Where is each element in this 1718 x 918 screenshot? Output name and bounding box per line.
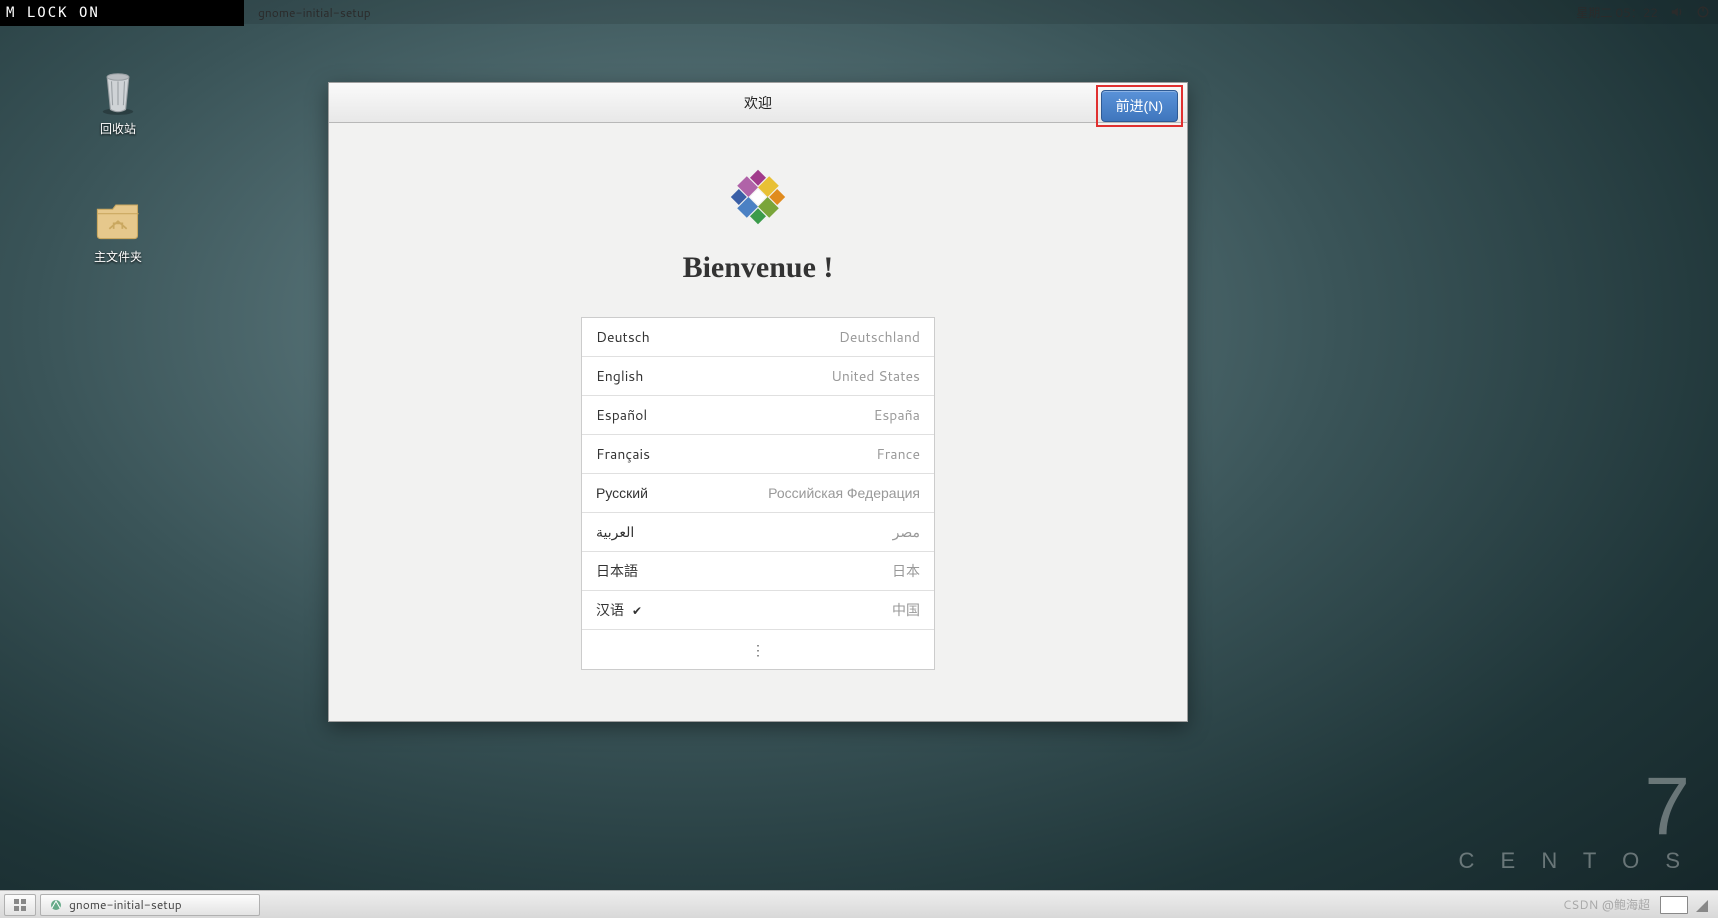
home-folder-label: 主文件夹 — [94, 248, 142, 265]
initial-setup-dialog: 欢迎 前进(N) Bienvenu — [328, 82, 1188, 722]
bottom-taskbar: gnome-initial-setup CSDN @鲍海超 — [0, 890, 1718, 918]
language-country: Российская Федерация — [768, 483, 920, 503]
trash-label: 回收站 — [100, 120, 136, 137]
next-button-label: 前进(N) — [1116, 98, 1163, 114]
watermark: CSDN @鲍海超 — [1563, 896, 1650, 913]
language-name: 汉语✔ — [596, 600, 642, 620]
language-row[interactable]: 日本語 日本 — [582, 552, 934, 591]
language-row[interactable]: 汉语✔ 中国 — [582, 591, 934, 630]
language-name: Русский — [596, 483, 648, 503]
lockon-overlay: M LOCK ON — [0, 0, 244, 26]
show-desktop-button[interactable] — [4, 894, 36, 916]
language-country: United States — [831, 366, 920, 386]
language-name: Español — [596, 405, 647, 425]
language-row[interactable]: Español España — [582, 396, 934, 435]
language-list: Deutsch Deutschland English United States Es… — [581, 317, 935, 670]
trash-icon[interactable]: 回收站 — [78, 64, 158, 137]
language-name: English — [596, 366, 643, 386]
system-tray: 星期二 05：22 — [1576, 4, 1710, 21]
language-country: مصر — [893, 522, 920, 542]
language-row[interactable]: English United States — [582, 357, 934, 396]
next-button[interactable]: 前进(N) — [1101, 90, 1178, 122]
active-app-label[interactable]: gnome-initial-setup — [258, 4, 371, 21]
language-row[interactable]: Русский Российская Федерация — [582, 474, 934, 513]
power-icon[interactable] — [1696, 5, 1710, 19]
centos-logo-icon — [718, 157, 798, 237]
dialog-title: 欢迎 — [744, 93, 772, 113]
language-country: 中国 — [892, 600, 920, 620]
language-name: 日本語 — [596, 561, 638, 581]
tray-rectangle[interactable] — [1660, 896, 1688, 914]
clock-label[interactable]: 星期二 05：22 — [1576, 4, 1658, 21]
home-folder-icon[interactable]: 主文件夹 — [78, 192, 158, 265]
dialog-header: 欢迎 前进(N) — [329, 83, 1187, 123]
centos-word: C E N T O S — [1459, 848, 1690, 874]
task-label: gnome-initial-setup — [69, 896, 182, 913]
language-name: Deutsch — [596, 327, 650, 347]
lockon-text: M LOCK ON — [6, 5, 100, 21]
language-country: España — [874, 405, 920, 425]
centos-seven: 7 — [1459, 766, 1690, 848]
language-country: France — [876, 444, 920, 464]
language-country: 日本 — [892, 561, 920, 581]
corner-triangle-icon[interactable] — [1694, 898, 1708, 912]
language-row[interactable]: العربية مصر — [582, 513, 934, 552]
language-name: العربية — [596, 522, 634, 542]
check-icon: ✔ — [632, 602, 642, 619]
language-row[interactable]: Deutsch Deutschland — [582, 318, 934, 357]
language-name: Français — [596, 444, 650, 464]
task-gnome-initial-setup[interactable]: gnome-initial-setup — [40, 894, 260, 916]
language-row[interactable]: Français France — [582, 435, 934, 474]
dialog-body: Bienvenue ! Deutsch Deutschland English Uni… — [329, 123, 1187, 721]
top-menu-bar: gnome-initial-setup 星期二 05：22 — [0, 0, 1718, 24]
language-country: Deutschland — [839, 327, 920, 347]
welcome-title: Bienvenue ! — [683, 251, 834, 285]
more-languages-button[interactable]: ⋮ — [582, 630, 934, 669]
volume-icon[interactable] — [1670, 5, 1684, 19]
centos-branding: 7 C E N T O S — [1459, 766, 1690, 874]
next-button-highlight: 前进(N) — [1096, 85, 1183, 127]
